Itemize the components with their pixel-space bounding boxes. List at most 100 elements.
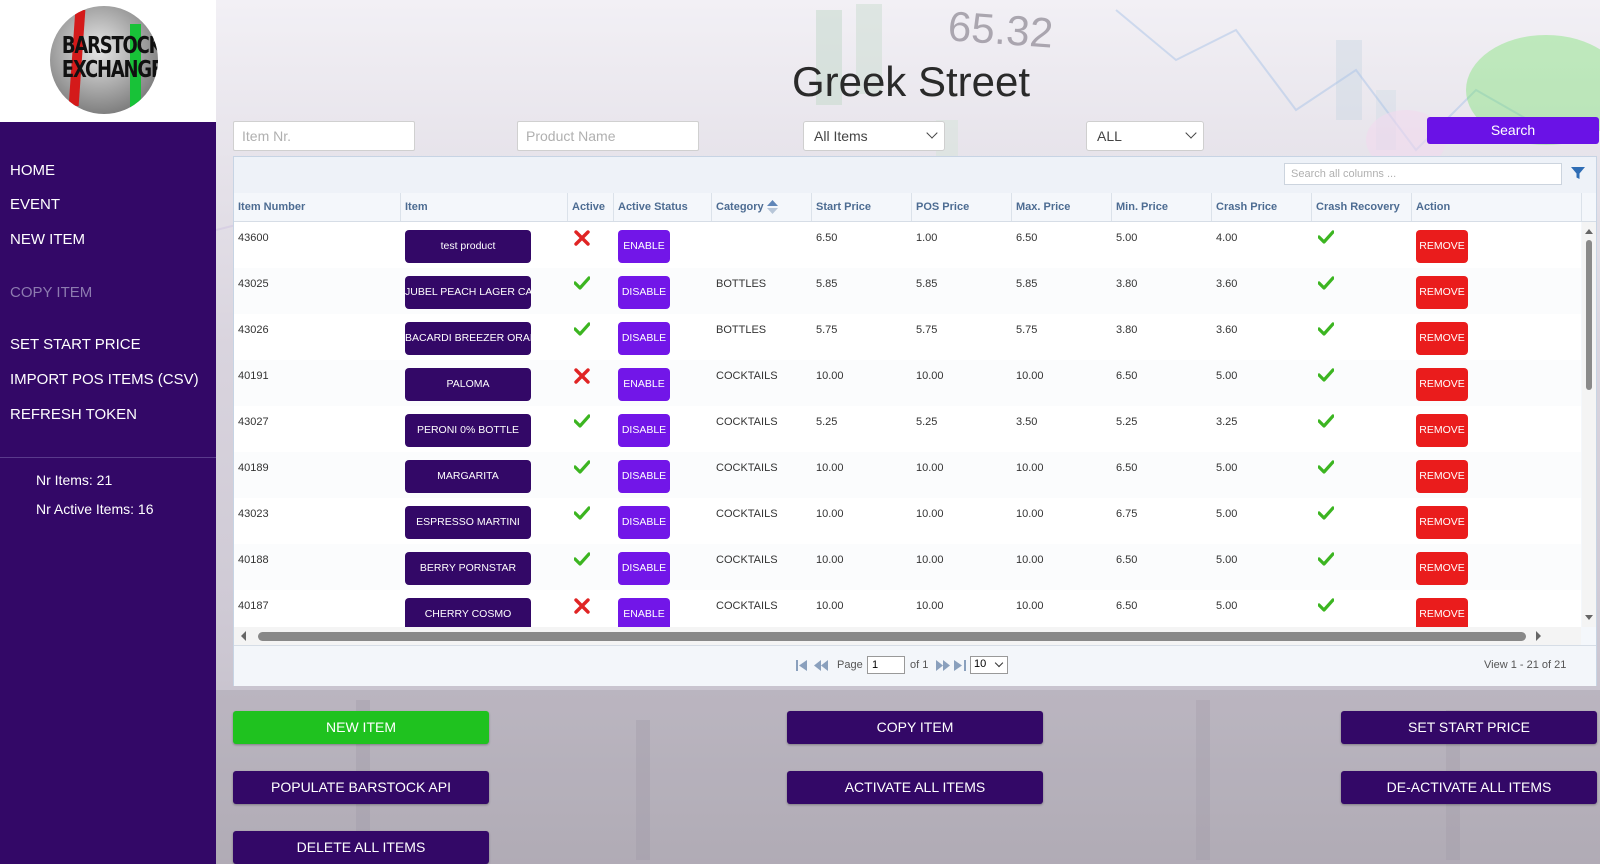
column-header-item-number[interactable]: Item Number (234, 193, 401, 221)
vertical-scrollbar[interactable] (1582, 222, 1596, 627)
column-header-category[interactable]: Category (712, 193, 812, 221)
cell-active (568, 314, 614, 361)
item-name-button[interactable]: CHERRY COSMO (405, 598, 531, 627)
column-header-min-price[interactable]: Min. Price (1112, 193, 1212, 221)
column-header-item[interactable]: Item (401, 193, 568, 221)
delete-all-items-button[interactable]: DELETE ALL ITEMS (233, 831, 489, 864)
table-row[interactable]: 43600 test product ENABLE 6.50 1.00 6.50 5.00 4… (234, 222, 1581, 270)
filter-icon[interactable] (1570, 165, 1586, 181)
item-scope-select[interactable]: All Items (803, 121, 945, 151)
sidebar-item-new-item[interactable]: NEW ITEM (10, 231, 85, 248)
horizontal-scroll-thumb[interactable] (258, 632, 1526, 641)
item-scope-value: All Items (814, 128, 868, 144)
cell-max-price: 10.00 (1016, 462, 1044, 474)
item-name-button[interactable]: PERONI 0% BOTTLE (405, 414, 531, 447)
item-name-button[interactable]: BACARDI BREEZER ORANGE (405, 322, 531, 355)
sidebar-item-set-start-price[interactable]: SET START PRICE (10, 336, 141, 353)
disable-button[interactable]: DISABLE (618, 322, 670, 355)
enable-button[interactable]: ENABLE (618, 230, 670, 263)
disable-button[interactable]: DISABLE (618, 276, 670, 309)
table-row[interactable]: 43025 JUBEL PEACH LAGER CAN DISABLE BOTTLES… (234, 268, 1581, 316)
sidebar-item-event[interactable]: EVENT (10, 196, 60, 213)
first-page-icon[interactable] (796, 660, 808, 671)
new-item-button[interactable]: NEW ITEM (233, 711, 489, 744)
enable-button[interactable]: ENABLE (618, 598, 670, 627)
sort-icon[interactable] (766, 200, 778, 215)
set-start-price-button[interactable]: SET START PRICE (1341, 711, 1597, 744)
table-row[interactable]: 43026 BACARDI BREEZER ORANGE DISABLE BOTTLE… (234, 314, 1581, 362)
remove-button[interactable]: REMOVE (1416, 460, 1468, 493)
item-name-button[interactable]: JUBEL PEACH LAGER CAN (405, 276, 531, 309)
table-row[interactable]: 40187 CHERRY COSMO ENABLE COCKTAILS 10.00 10.… (234, 590, 1581, 627)
last-page-icon[interactable] (954, 660, 966, 671)
deactivate-all-items-button[interactable]: DE-ACTIVATE ALL ITEMS (1341, 771, 1597, 804)
table-row[interactable]: 40188 BERRY PORNSTAR DISABLE COCKTAILS 10.00… (234, 544, 1581, 592)
copy-item-button[interactable]: COPY ITEM (787, 711, 1043, 744)
remove-button[interactable]: REMOVE (1416, 276, 1468, 309)
scroll-up-icon[interactable] (1582, 226, 1596, 236)
table-row[interactable]: 40189 MARGARITA DISABLE COCKTAILS 10.00 10.00… (234, 452, 1581, 500)
horizontal-scrollbar[interactable] (234, 627, 1581, 645)
disable-button[interactable]: DISABLE (618, 506, 670, 539)
column-header-crash-recovery[interactable]: Crash Recovery (1312, 193, 1412, 221)
column-header-action[interactable]: Action (1412, 193, 1582, 221)
cell-min-price: 6.50 (1116, 462, 1138, 474)
category-scope-select[interactable]: ALL (1086, 121, 1204, 151)
vertical-scroll-thumb[interactable] (1586, 240, 1592, 390)
disable-button[interactable]: DISABLE (618, 552, 670, 585)
remove-button[interactable]: REMOVE (1416, 230, 1468, 263)
next-page-icon[interactable] (936, 660, 950, 671)
item-number-input[interactable] (233, 121, 415, 151)
cell-item: PERONI 0% BOTTLE (401, 406, 568, 453)
chevron-down-icon (1185, 127, 1197, 139)
column-header-crash-price[interactable]: Crash Price (1212, 193, 1312, 221)
item-name-button[interactable]: PALOMA (405, 368, 531, 401)
chevron-down-icon (926, 127, 938, 139)
item-name-button[interactable]: test product (405, 230, 531, 263)
view-range-text: View 1 - 21 of 21 (1484, 659, 1567, 671)
cell-start-price: 10.00 (816, 600, 844, 612)
search-button[interactable]: Search (1427, 117, 1599, 144)
activate-all-items-button[interactable]: ACTIVATE ALL ITEMS (787, 771, 1043, 804)
grid-search-input[interactable] (1284, 163, 1562, 185)
table-row[interactable]: 43023 ESPRESSO MARTINI DISABLE COCKTAILS 10.… (234, 498, 1581, 546)
prev-page-icon[interactable] (814, 660, 828, 671)
scroll-right-icon[interactable] (1534, 629, 1544, 643)
remove-button[interactable]: REMOVE (1416, 552, 1468, 585)
product-name-input[interactable] (517, 121, 699, 151)
scroll-down-icon[interactable] (1582, 613, 1596, 623)
rows-per-page-select[interactable]: 10 (970, 656, 1008, 674)
column-header-active[interactable]: Active (568, 193, 614, 221)
cell-crash-recovery (1312, 222, 1412, 269)
item-name-button[interactable]: BERRY PORNSTAR (405, 552, 531, 585)
page-number-input[interactable] (867, 656, 905, 674)
sidebar-item-import-pos[interactable]: IMPORT POS ITEMS (CSV) (10, 371, 199, 388)
enable-button[interactable]: ENABLE (618, 368, 670, 401)
sidebar-item-refresh-token[interactable]: REFRESH TOKEN (10, 406, 137, 423)
remove-button[interactable]: REMOVE (1416, 368, 1468, 401)
populate-barstock-api-button[interactable]: POPULATE BARSTOCK API (233, 771, 489, 804)
cell-crash-recovery (1312, 498, 1412, 545)
cell-crash-recovery (1312, 452, 1412, 499)
remove-button[interactable]: REMOVE (1416, 322, 1468, 355)
column-header-max-price[interactable]: Max. Price (1012, 193, 1112, 221)
cell-pos-price: 10.00 (916, 462, 944, 474)
remove-button[interactable]: REMOVE (1416, 506, 1468, 539)
cell-crash-recovery (1312, 544, 1412, 591)
column-header-active-status[interactable]: Active Status (614, 193, 712, 221)
column-header-pos-price[interactable]: POS Price (912, 193, 1012, 221)
item-name-button[interactable]: ESPRESSO MARTINI (405, 506, 531, 539)
disable-button[interactable]: DISABLE (618, 460, 670, 493)
barstock-exchange-logo[interactable]: BARSTOCK EXCHANGE (50, 6, 158, 114)
remove-button[interactable]: REMOVE (1416, 414, 1468, 447)
remove-button[interactable]: REMOVE (1416, 598, 1468, 627)
table-row[interactable]: 43027 PERONI 0% BOTTLE DISABLE COCKTAILS 5.2… (234, 406, 1581, 454)
item-name-button[interactable]: MARGARITA (405, 460, 531, 493)
sidebar-item-home[interactable]: HOME (10, 162, 55, 179)
scroll-left-icon[interactable] (238, 629, 248, 643)
column-header-start-price[interactable]: Start Price (812, 193, 912, 221)
table-row[interactable]: 40191 PALOMA ENABLE COCKTAILS 10.00 10.00 10.0… (234, 360, 1581, 408)
cell-item-number: 40191 (238, 370, 269, 382)
disable-button[interactable]: DISABLE (618, 414, 670, 447)
cell-item: test product (401, 222, 568, 269)
